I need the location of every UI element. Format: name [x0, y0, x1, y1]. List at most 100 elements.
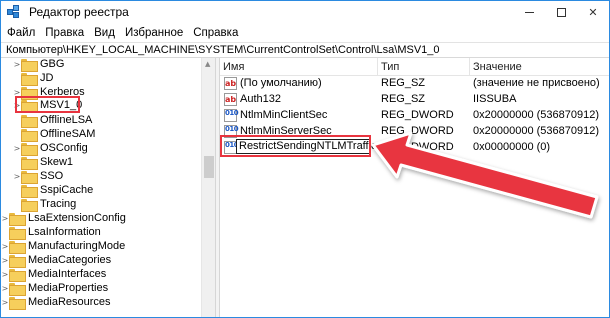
value-type: REG_DWORD — [381, 109, 454, 121]
value-data: (значение не присвоено) — [473, 77, 600, 89]
tree-item-label: Skew1 — [40, 156, 74, 168]
window-controls: ✕ — [513, 1, 609, 23]
chevron-right-icon[interactable]: > — [13, 58, 21, 71]
tree-item[interactable]: > SSO — [13, 170, 64, 184]
tree-item-label: OSConfig — [40, 142, 88, 154]
annotation-arrow-icon — [371, 131, 599, 219]
selected-key-highlight — [15, 96, 80, 113]
value-type: REG_SZ — [381, 77, 426, 89]
chevron-right-icon[interactable]: > — [1, 212, 9, 225]
value-row[interactable]: ab (По умолчанию) REG_SZ (значение не пр… — [220, 76, 609, 91]
folder-icon — [21, 115, 38, 128]
chevron-right-icon[interactable]: > — [1, 268, 9, 281]
chevron-right-icon[interactable]: > — [1, 240, 9, 253]
folder-icon — [9, 241, 26, 254]
string-value-icon: ab — [224, 93, 237, 106]
tree-item[interactable]: > MediaInterfaces — [1, 268, 107, 282]
minimize-button[interactable] — [513, 1, 545, 23]
key-tree-pane: > GBG JD > Kerberos > MSV1_0 OfflineLSA — [1, 58, 215, 317]
string-value-icon: ab — [224, 77, 237, 90]
tree-item-label: LsaExtensionConfig — [28, 212, 126, 224]
value-type: REG_SZ — [381, 93, 426, 105]
rename-highlight-box — [220, 135, 371, 157]
tree-item[interactable]: LsaInformation — [1, 226, 101, 240]
column-header-type[interactable]: Тип — [378, 58, 470, 76]
window-title: Редактор реестра — [29, 5, 129, 19]
value-data: 0x20000000 (536870912) — [473, 109, 600, 121]
tree-item-label: Tracing — [40, 198, 77, 210]
menu-view[interactable]: Вид — [89, 27, 120, 39]
regedit-app-icon — [7, 4, 23, 20]
value-row[interactable]: 010 NtlmMinClientSec REG_DWORD 0x2000000… — [220, 108, 609, 123]
tree-item[interactable]: OfflineLSA — [13, 114, 93, 128]
folder-icon — [9, 213, 26, 226]
folder-icon — [21, 171, 38, 184]
tree-item-label: JD — [40, 72, 54, 84]
tree-item-label: OfflineSAM — [40, 128, 96, 140]
tree-item[interactable]: > LsaExtensionConfig — [1, 212, 126, 226]
scrollbar-thumb[interactable] — [204, 156, 214, 178]
tree-item[interactable]: OfflineSAM — [13, 128, 96, 142]
folder-icon — [9, 269, 26, 282]
value-name: Auth132 — [240, 93, 281, 105]
maximize-icon — [556, 7, 566, 17]
tree-item[interactable]: > ManufacturingMode — [1, 240, 126, 254]
tree-item-label: MediaProperties — [28, 282, 109, 294]
tree-item[interactable]: > GBG — [13, 58, 65, 72]
tree-item[interactable]: SspiCache — [13, 184, 94, 198]
tree-item[interactable]: > OSConfig — [13, 142, 88, 156]
chevron-right-icon[interactable]: > — [13, 170, 21, 183]
registry-editor-window: Редактор реестра ✕ Файл Правка Вид Избра… — [0, 0, 610, 318]
folder-icon — [21, 129, 38, 142]
tree-item[interactable]: > MediaCategories — [1, 254, 112, 268]
tree-item-label: MediaInterfaces — [28, 268, 107, 280]
column-header-name[interactable]: Имя — [220, 58, 378, 76]
folder-icon — [21, 157, 38, 170]
tree-item-label: MediaCategories — [28, 254, 112, 266]
folder-icon — [21, 199, 38, 212]
chevron-right-icon[interactable]: > — [1, 296, 9, 309]
value-data: IISSUBA — [473, 93, 517, 105]
tree-item-label: LsaInformation — [28, 226, 101, 238]
tree-item-label: OfflineLSA — [40, 114, 93, 126]
menu-file[interactable]: Файл — [1, 27, 40, 39]
tree-item-label: MediaResources — [28, 296, 111, 308]
tree-item-label: GBG — [40, 58, 65, 70]
value-name: NtlmMinClientSec — [240, 109, 328, 121]
column-header-value[interactable]: Значение — [470, 58, 609, 76]
folder-icon — [9, 297, 26, 310]
address-bar[interactable]: Компьютер\HKEY_LOCAL_MACHINE\SYSTEM\Curr… — [1, 42, 609, 58]
folder-icon — [21, 73, 38, 86]
chevron-right-icon[interactable]: > — [1, 254, 9, 267]
value-name: (По умолчанию) — [240, 77, 322, 89]
dword-value-icon: 010 — [224, 109, 239, 122]
maximize-button[interactable] — [545, 1, 577, 23]
menu-help[interactable]: Справка — [188, 27, 243, 39]
folder-icon — [21, 185, 38, 198]
value-row[interactable]: ab Auth132 REG_SZ IISSUBA — [220, 92, 609, 107]
menu-favorites[interactable]: Избранное — [120, 27, 188, 39]
folder-icon — [9, 283, 26, 296]
close-icon: ✕ — [588, 5, 598, 19]
tree-item[interactable]: > MediaProperties — [1, 282, 109, 296]
tree-item[interactable]: > MediaResources — [1, 296, 111, 310]
minimize-icon — [524, 11, 534, 13]
folder-icon — [21, 59, 38, 72]
tree-item-label: SspiCache — [40, 184, 94, 196]
tree-item-label: ManufacturingMode — [28, 240, 126, 252]
scroll-up-icon[interactable]: ▲ — [205, 60, 210, 68]
close-button[interactable]: ✕ — [577, 1, 609, 23]
chevron-right-icon[interactable]: > — [1, 282, 9, 295]
menu-bar: Файл Правка Вид Избранное Справка — [1, 23, 609, 42]
tree-scrollbar[interactable]: ▲ — [201, 58, 215, 317]
tree-item[interactable]: JD — [13, 72, 54, 86]
folder-icon — [21, 143, 38, 156]
menu-edit[interactable]: Правка — [40, 27, 89, 39]
tree-item[interactable]: Skew1 — [13, 156, 74, 170]
title-bar: Редактор реестра ✕ — [1, 1, 609, 23]
tree-item-label: SSO — [40, 170, 64, 182]
tree-item[interactable]: Tracing — [13, 198, 77, 212]
chevron-right-icon[interactable]: > — [13, 142, 21, 155]
folder-icon — [9, 227, 26, 240]
folder-icon — [9, 255, 26, 268]
